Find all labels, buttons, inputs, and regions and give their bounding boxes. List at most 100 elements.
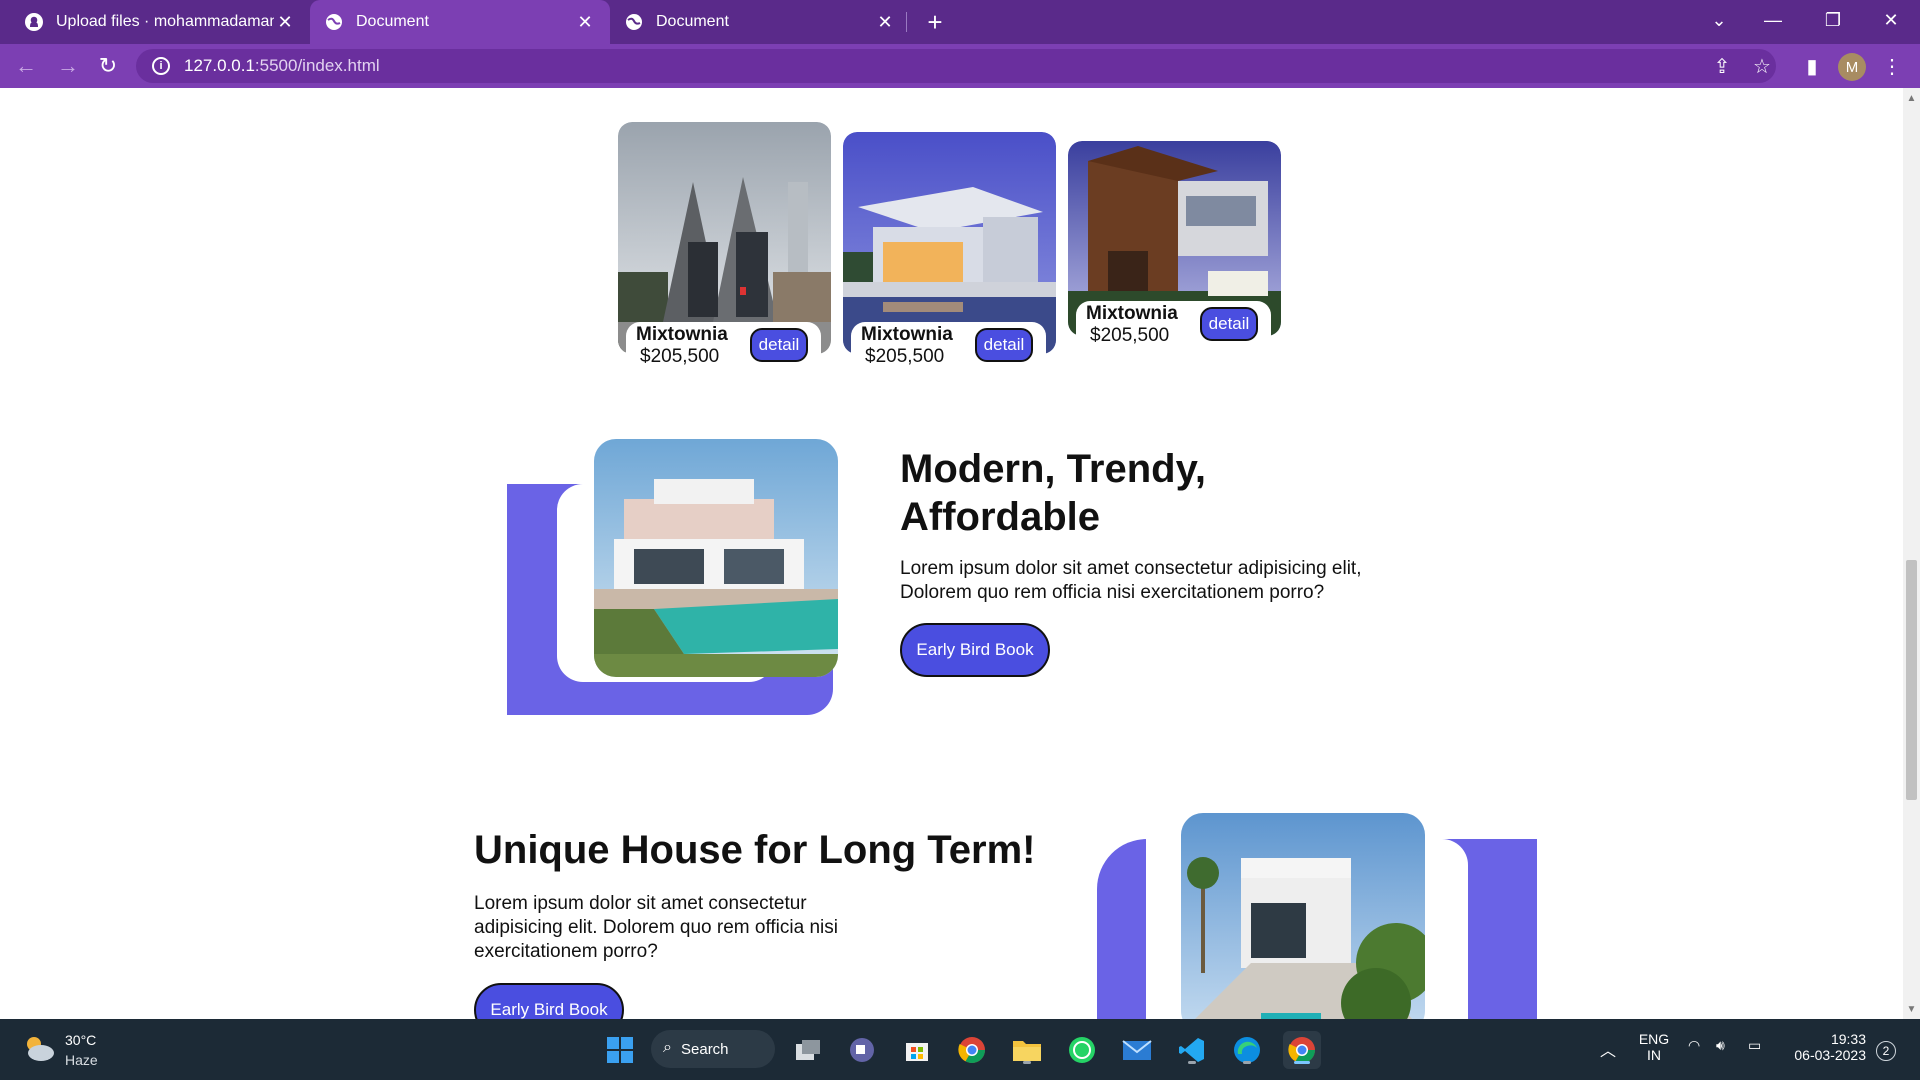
tab-github-upload[interactable]: Upload files · mohammadamanp ✕ [10, 0, 310, 44]
tab-document[interactable]: Document ✕ [610, 0, 910, 44]
profile-avatar[interactable]: M [1838, 53, 1866, 81]
windows-taskbar: 30°C Haze ⌕ Search ︿ ENG IN ◠ 🔊︎ ▭ 19:33… [0, 1019, 1920, 1080]
page-viewport: Mixtownia $205,500 detail Mixtownia $205… [0, 88, 1903, 1019]
detail-button[interactable]: detail [975, 328, 1033, 362]
page-scrollbar[interactable]: ▲ ▼ [1903, 88, 1920, 1019]
heading-line: Modern, Trendy, [900, 447, 1206, 491]
reload-icon[interactable]: ↻ [92, 50, 124, 82]
clock[interactable]: 19:33 06-03-2023 [1786, 1031, 1866, 1063]
share-icon[interactable]: ⇪ [1706, 50, 1738, 82]
text-line: adipisicing elit. Dolorem quo rem offici… [474, 917, 838, 938]
battery-icon[interactable]: ▭ [1748, 1037, 1761, 1054]
scrollbar-thumb[interactable] [1906, 560, 1917, 800]
globe-icon [324, 12, 344, 32]
running-indicator [1294, 1061, 1310, 1064]
language-line: IN [1647, 1047, 1661, 1063]
close-icon[interactable]: ✕ [574, 11, 596, 33]
tab-document-active[interactable]: Document ✕ [310, 0, 610, 44]
property-card: Mixtownia $205,500 detail [618, 122, 831, 378]
restore-icon[interactable]: ❐ [1810, 0, 1856, 40]
chrome-icon[interactable] [953, 1031, 991, 1069]
heading-line: Affordable [900, 495, 1100, 539]
early-bird-book-button[interactable]: Early Bird Book [474, 983, 624, 1019]
card-title: Mixtownia [861, 324, 953, 345]
property-card: Mixtownia $205,500 detail [843, 132, 1056, 380]
section-heading: Modern, Trendy, Affordable [900, 445, 1206, 541]
minimize-icon[interactable]: — [1750, 0, 1796, 40]
file-explorer-icon[interactable] [1008, 1031, 1046, 1069]
language-indicator[interactable]: ENG IN [1636, 1031, 1672, 1063]
card-price: $205,500 [640, 346, 720, 367]
close-icon[interactable]: ✕ [274, 11, 296, 33]
unique-house-photo [1181, 813, 1425, 1019]
edge-icon[interactable] [1228, 1031, 1266, 1069]
notification-badge[interactable]: 2 [1876, 1041, 1896, 1061]
detail-button[interactable]: detail [1200, 307, 1258, 341]
search-icon: ⌕ [663, 1039, 672, 1056]
whatsapp-icon[interactable] [1063, 1031, 1101, 1069]
volume-icon[interactable]: 🔊︎ [1716, 1037, 1725, 1054]
windows-start-icon[interactable] [601, 1031, 639, 1069]
tab-divider [906, 12, 907, 32]
address-path: :5500/index.html [254, 56, 380, 75]
site-info-icon[interactable]: i [152, 57, 170, 75]
card-info-panel: Mixtownia $205,500 detail [1076, 301, 1271, 349]
modern-house-photo [594, 439, 838, 677]
bookmark-star-icon[interactable]: ☆ [1746, 50, 1778, 82]
clock-date: 06-03-2023 [1794, 1047, 1866, 1063]
window-close-icon[interactable]: ✕ [1868, 0, 1914, 40]
side-panel-icon[interactable]: ▮ [1796, 50, 1828, 82]
text-line: Lorem ipsum dolor sit amet consectetur [474, 893, 807, 914]
tab-title: Upload files · mohammadamanp [56, 13, 274, 30]
globe-icon [624, 12, 644, 32]
running-indicator [1188, 1061, 1196, 1064]
tab-title: Document [356, 13, 429, 30]
house-photo [618, 122, 831, 354]
card-price: $205,500 [865, 346, 945, 367]
section-text: Lorem ipsum dolor sit amet consectetur a… [474, 892, 838, 964]
clock-time: 19:33 [1830, 1031, 1866, 1047]
github-icon [24, 12, 44, 32]
vscode-icon[interactable] [1173, 1031, 1211, 1069]
address-bar[interactable]: i 127.0.0.1:5500/index.html [136, 49, 1776, 83]
card-title: Mixtownia [1086, 303, 1178, 324]
new-tab-button[interactable]: + [918, 7, 952, 37]
mail-icon[interactable] [1118, 1031, 1156, 1069]
teams-chat-icon[interactable] [843, 1031, 881, 1069]
card-info-panel: Mixtownia $205,500 detail [851, 322, 1046, 370]
taskbar-search[interactable]: ⌕ Search [651, 1030, 775, 1068]
close-icon[interactable]: ✕ [874, 11, 896, 33]
task-view-icon[interactable] [789, 1031, 827, 1069]
tab-title: Document [656, 13, 729, 30]
detail-button[interactable]: detail [750, 328, 808, 362]
card-info-panel: Mixtownia $205,500 detail [626, 322, 821, 370]
tray-overflow-chevron-icon[interactable]: ︿ [1600, 1037, 1616, 1061]
running-indicator [1243, 1061, 1251, 1064]
running-indicator [1023, 1061, 1031, 1064]
weather-description[interactable]: Haze [65, 1052, 98, 1068]
scroll-down-arrow-icon[interactable]: ▼ [1903, 1001, 1920, 1017]
language-line: ENG [1638, 1031, 1670, 1047]
weather-cloud-icon[interactable] [22, 1033, 56, 1063]
forward-arrow-icon[interactable]: → [52, 50, 84, 82]
scroll-up-arrow-icon[interactable]: ▲ [1903, 90, 1920, 106]
menu-kebab-icon[interactable]: ⋮ [1876, 50, 1908, 82]
section-heading: Unique House for Long Term! [474, 828, 1036, 872]
text-line: exercitationem porro? [474, 941, 658, 962]
card-price: $205,500 [1090, 325, 1170, 346]
microsoft-store-icon[interactable] [898, 1031, 936, 1069]
weather-temperature[interactable]: 30°C [65, 1032, 96, 1048]
text-line: Lorem ipsum dolor sit amet consectetur a… [900, 558, 1362, 579]
house-photo [843, 132, 1056, 354]
tab-strip: Upload files · mohammadamanp ✕ Document … [0, 0, 1920, 44]
early-bird-book-button[interactable]: Early Bird Book [900, 623, 1050, 677]
card-title: Mixtownia [636, 324, 728, 345]
property-card: Mixtownia $205,500 detail [1068, 141, 1281, 371]
back-arrow-icon[interactable]: ← [10, 50, 42, 82]
chrome-profile-icon[interactable] [1283, 1031, 1321, 1069]
wifi-icon[interactable]: ◠ [1688, 1037, 1700, 1054]
text-line: Dolorem quo rem officia nisi exercitatio… [900, 582, 1325, 603]
search-label: Search [681, 1040, 729, 1058]
browser-toolbar: ← → ↻ i 127.0.0.1:5500/index.html ⇪ ☆ ▮ … [0, 44, 1920, 88]
tab-search-chevron-icon[interactable]: ⌄ [1696, 0, 1742, 40]
